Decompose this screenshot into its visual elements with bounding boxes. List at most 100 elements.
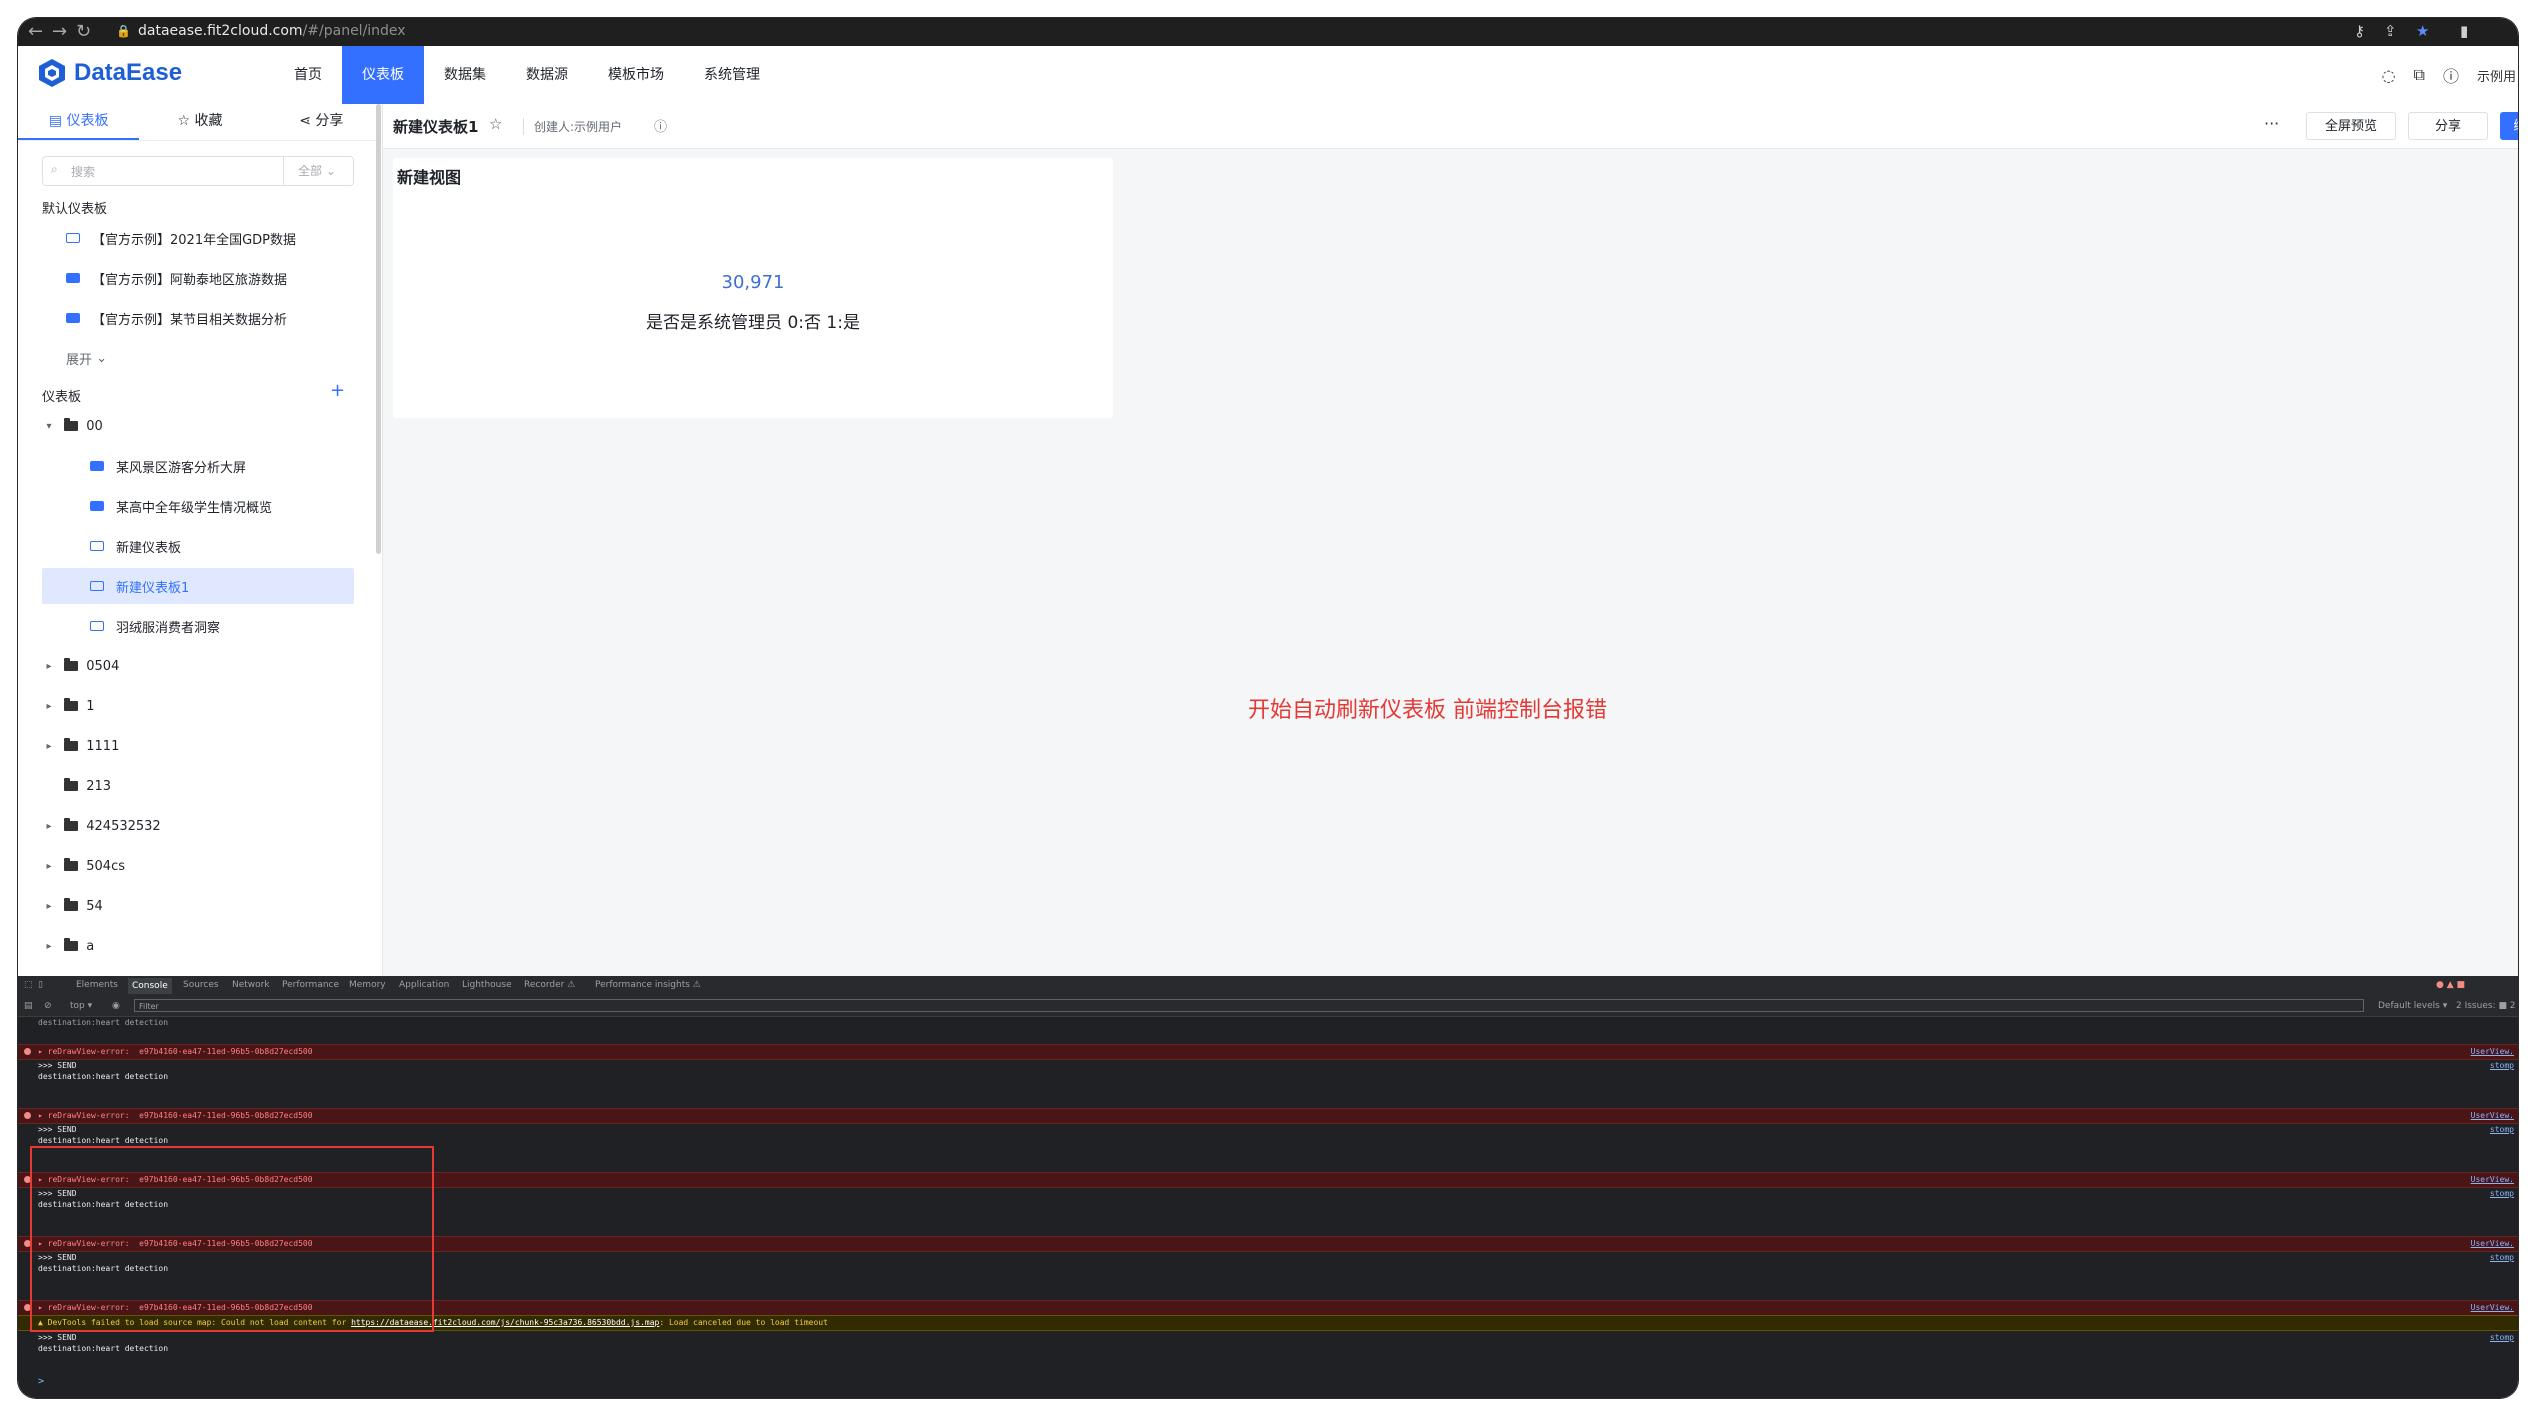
tree-folder[interactable]: ▸ 504cs <box>42 848 354 884</box>
edit-button[interactable]: 编 <box>2500 112 2518 140</box>
default-dashboards-heading: 默认仪表板 <box>42 202 108 217</box>
user-name[interactable]: 示例用 <box>2477 66 2516 85</box>
tree-item[interactable]: 羽绒服消费者洞察 <box>42 608 354 644</box>
console-error-row[interactable]: ▸ reDrawView-error: e97b4160-ea47-11ed-9… <box>18 1044 2518 1060</box>
devtools-tab-console[interactable]: Console <box>128 978 172 994</box>
log-levels-select[interactable]: Default levels ▾ <box>2378 1001 2447 1011</box>
nav-system-settings[interactable]: 系统管理 <box>684 46 780 104</box>
tab-shared[interactable]: ⋖ 分享 <box>261 104 382 140</box>
tab-favorites[interactable]: ☆ 收藏 <box>139 104 260 140</box>
tree-folder[interactable]: ▸ 0504 <box>42 648 354 684</box>
default-item[interactable]: 【官方示例】2021年全国GDP数据 <box>42 220 354 256</box>
expand-toggle[interactable]: 展开 ⌄ <box>42 340 354 376</box>
tree-folder[interactable]: ▸ a <box>42 928 354 964</box>
forward-icon[interactable]: → <box>52 21 67 42</box>
dashboard-icon <box>90 621 104 631</box>
tree-folder[interactable]: ▾ 00 <box>42 408 354 444</box>
nav-home[interactable]: 首页 <box>274 46 342 104</box>
nav-dataset[interactable]: 数据集 <box>424 46 506 104</box>
tree-item[interactable]: 某高中全年级学生情况概览 <box>42 488 354 524</box>
default-item[interactable]: 【官方示例】阿勒泰地区旅游数据 <box>42 260 354 296</box>
tree-item[interactable]: 新建仪表板 <box>42 528 354 564</box>
chevron-down-icon: ⌄ <box>96 350 108 366</box>
source-link[interactable]: stomp <box>2490 1253 2514 1262</box>
source-link[interactable]: UserView. <box>2471 1303 2514 1312</box>
devtools-tab-elements[interactable]: Elements <box>76 980 118 990</box>
devtools-tab-lighthouse[interactable]: Lighthouse <box>462 980 512 990</box>
address-bar[interactable]: dataease.fit2cloud.com/#/panel/index <box>138 23 406 39</box>
share-icon[interactable]: ⇪ <box>2384 22 2397 40</box>
clear-console-icon[interactable]: ⊘ <box>44 1001 52 1011</box>
source-link[interactable]: UserView. <box>2471 1047 2514 1056</box>
language-icon[interactable]: ⧉ <box>2414 65 2425 85</box>
folder-icon <box>64 418 79 431</box>
source-link[interactable]: stomp <box>2490 1189 2514 1198</box>
sidebar-scrollbar[interactable] <box>376 104 381 554</box>
console-prompt[interactable]: > <box>38 1376 44 1387</box>
tree-folder[interactable]: ▸ 424532532 <box>42 808 354 844</box>
eye-icon[interactable]: ◉ <box>112 1001 120 1011</box>
logo[interactable]: DataEase <box>38 58 182 88</box>
device-toggle-icon[interactable]: ▯ <box>38 980 43 990</box>
source-link[interactable]: UserView. <box>2471 1111 2514 1120</box>
search-input[interactable]: ⌕ 搜索 全部 ⌄ <box>42 156 354 186</box>
help-icon[interactable]: ⓘ <box>2443 63 2459 87</box>
devtools-tab-application[interactable]: Application <box>399 980 449 990</box>
info-icon[interactable]: ⓘ <box>654 116 667 135</box>
tree-folder[interactable]: ▸ 54 <box>42 888 354 924</box>
tree-label: 某风景区游客分析大屏 <box>116 460 247 476</box>
default-item-label: 【官方示例】某节目相关数据分析 <box>92 312 288 328</box>
search-filter-select[interactable]: 全部 ⌄ <box>283 157 353 185</box>
devtools-tab-performance[interactable]: Performance <box>282 980 339 990</box>
source-link[interactable]: stomp <box>2490 1125 2514 1134</box>
tree-label: 某高中全年级学生情况概览 <box>116 500 273 516</box>
source-link[interactable]: UserView. <box>2471 1239 2514 1248</box>
nav-datasource[interactable]: 数据源 <box>506 46 588 104</box>
tree-folder[interactable]: 213 <box>42 768 354 804</box>
key-icon[interactable]: ⚷ <box>2354 22 2365 40</box>
context-select[interactable]: top ▾ <box>70 1001 92 1011</box>
reload-icon[interactable]: ↻ <box>76 21 91 42</box>
default-item[interactable]: 【官方示例】某节目相关数据分析 <box>42 300 354 336</box>
folder-icon <box>64 658 79 671</box>
folder-icon <box>64 938 79 951</box>
devtools-tab-sources[interactable]: Sources <box>183 980 219 990</box>
tab-dashboards[interactable]: ▤ 仪表板 <box>18 104 140 140</box>
tree-folder[interactable]: ▸ 1 <box>42 688 354 724</box>
sidebar-toggle-icon[interactable]: ▮ <box>2460 22 2468 40</box>
devtools-tab-memory[interactable]: Memory <box>349 980 386 990</box>
tree-folder[interactable]: ▸ 1111 <box>42 728 354 764</box>
error-count-badge[interactable]: ● ▲ ■ <box>2436 980 2465 990</box>
url-host: dataease.fit2cloud.com <box>138 23 303 39</box>
console-filter-input[interactable]: Filter <box>134 999 2364 1012</box>
inspect-icon[interactable]: ⬚ <box>24 980 33 990</box>
tree-item-selected[interactable]: 新建仪表板1 <box>42 568 354 604</box>
back-icon[interactable]: ← <box>28 21 43 42</box>
source-link[interactable]: stomp <box>2490 1333 2514 1342</box>
logo-text: DataEase <box>74 59 183 86</box>
issues-badge[interactable]: 2 Issues: ■ 2 <box>2456 1001 2516 1011</box>
tree-label: 1111 <box>86 738 120 754</box>
tab-shared-label: 分享 <box>315 113 344 129</box>
devtools-tab-performance-insights[interactable]: Performance insights ⚠ <box>595 980 701 990</box>
share-icon: ⋖ <box>299 113 316 129</box>
tree-item[interactable]: 某风景区游客分析大屏 <box>42 448 354 484</box>
notification-icon[interactable]: ◌ <box>2382 66 2396 85</box>
tree-label: 424532532 <box>86 818 161 834</box>
share-button[interactable]: 分享 <box>2408 112 2488 140</box>
tab-favorites-label: 收藏 <box>194 113 223 129</box>
devtools-tab-network[interactable]: Network <box>232 980 270 990</box>
add-icon[interactable]: + <box>330 380 345 401</box>
sidebar-icon[interactable]: ▤ <box>24 1001 33 1011</box>
nav-template-market[interactable]: 模板市场 <box>588 46 684 104</box>
more-icon[interactable]: ··· <box>2264 114 2279 133</box>
view-card[interactable]: 新建视图 30,971 是否是系统管理员 0:否 1:是 <box>393 158 1113 418</box>
nav-dashboard[interactable]: 仪表板 <box>342 46 424 104</box>
console-error-row[interactable]: ▸ reDrawView-error: e97b4160-ea47-11ed-9… <box>18 1108 2518 1124</box>
source-link[interactable]: UserView. <box>2471 1175 2514 1184</box>
devtools-tab-recorder[interactable]: Recorder ⚠ <box>524 980 575 990</box>
fullscreen-preview-button[interactable]: 全屏预览 <box>2306 112 2396 140</box>
source-link[interactable]: stomp <box>2490 1061 2514 1070</box>
favorite-star-icon[interactable]: ☆ <box>489 115 502 133</box>
bookmark-star-icon[interactable]: ★ <box>2416 22 2429 40</box>
